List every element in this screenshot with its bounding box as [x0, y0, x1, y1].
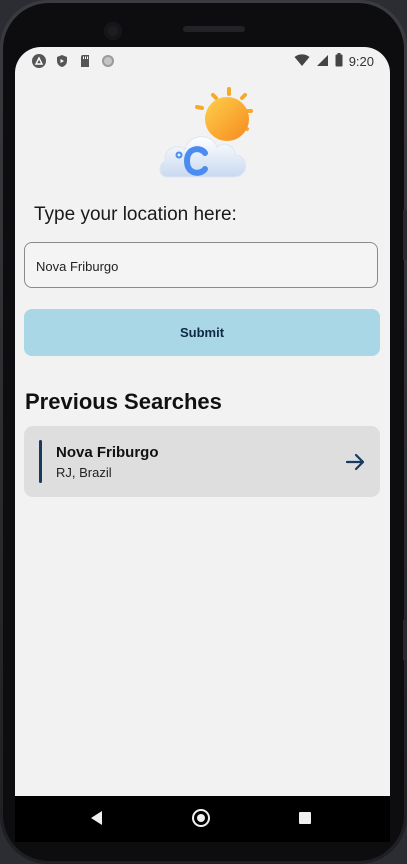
dot-icon [101, 54, 115, 68]
shield-icon [55, 54, 69, 68]
android-notification-icon [32, 54, 46, 68]
sd-card-icon [78, 54, 92, 68]
previous-search-city: Nova Friburgo [56, 444, 159, 461]
front-camera [104, 22, 122, 40]
previous-search-item[interactable]: Nova Friburgo RJ, Brazil [24, 426, 380, 497]
card-accent-bar [39, 440, 42, 483]
home-icon[interactable] [192, 809, 210, 827]
system-nav-bar [15, 796, 390, 842]
earpiece-speaker [183, 26, 245, 32]
back-icon[interactable] [91, 811, 102, 825]
previous-search-region: RJ, Brazil [56, 465, 112, 480]
location-input[interactable] [34, 243, 368, 289]
status-left-icons [32, 54, 115, 68]
location-input-field[interactable] [24, 242, 378, 289]
arrow-right-icon[interactable] [344, 451, 366, 473]
status-right-icons: 9:20 [294, 53, 374, 70]
status-time: 9:20 [348, 54, 374, 69]
wifi-icon [294, 53, 310, 70]
battery-icon [335, 53, 343, 70]
weather-celsius-icon [157, 85, 257, 185]
app-screen: 9:20 Type your location here: Nova Fribu… [15, 47, 390, 796]
previous-searches-title: Previous Searches [25, 389, 222, 414]
submit-button[interactable]: Submit [24, 309, 380, 356]
phone-device: 9:20 Type your location here: Nova Fribu… [0, 0, 407, 864]
location-prompt: Type your location here: [34, 204, 237, 225]
volume-button [403, 620, 407, 660]
recents-icon[interactable] [299, 812, 311, 824]
status-bar: 9:20 [15, 47, 390, 75]
signal-icon [316, 54, 329, 70]
power-button [403, 210, 407, 260]
